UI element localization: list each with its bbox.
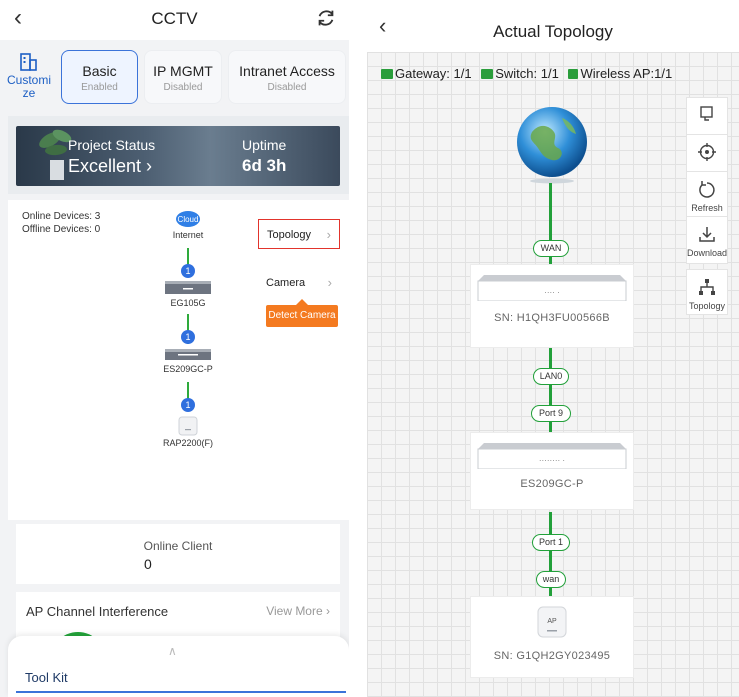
tab-intranet-access-status: Disabled [267, 82, 307, 93]
link-label-wan: WAN [533, 240, 569, 257]
camera-button-label: Camera [266, 277, 306, 289]
tab-ip-mgmt-status: Disabled [163, 82, 203, 93]
summary-gateway: Gateway: 1/1 [381, 66, 472, 81]
ap-sn: SN: G1QH2GY023495 [493, 650, 611, 662]
chain-label-internet: Internet [172, 230, 204, 240]
hierarchy-icon [699, 279, 715, 295]
chevron-up-icon[interactable]: ∧ [168, 644, 177, 658]
crosshair-icon [698, 143, 716, 161]
project-status-label: Project Status [68, 137, 156, 153]
chain-node-internet: Cloud Internet [148, 208, 228, 240]
device-counts: Online Devices: 3 Offline Devices: 0 [22, 210, 100, 236]
tab-basic-title: Basic [82, 63, 117, 79]
count-badge: 1 [181, 330, 195, 344]
building-icon [20, 53, 37, 71]
cloud-icon: Cloud [176, 211, 200, 227]
camera-button[interactable]: Camera › [258, 268, 340, 298]
tab-ip-mgmt-title: IP MGMT [153, 63, 213, 79]
toolkit-drawer[interactable]: ∧ Tool Kit [8, 636, 349, 697]
ap-device-card[interactable]: AP SN: G1QH2GY023495 [470, 596, 634, 678]
customize-button[interactable]: Customi ze [4, 52, 54, 108]
chain-label-rap2200f: RAP2200(F) [162, 438, 214, 448]
link-label-port1: Port 1 [532, 534, 570, 551]
link-label-wan-lower: wan [536, 571, 566, 588]
refresh-icon [699, 181, 715, 198]
tab-ip-mgmt[interactable]: IP MGMT Disabled [144, 50, 222, 104]
link-label-port9: Port 9 [531, 405, 571, 422]
download-label: Download [687, 248, 728, 258]
switch-device-card[interactable]: ········ · ES209GC-P [470, 432, 634, 510]
ap-icon-text: AP [547, 618, 557, 625]
toolkit-underline [16, 691, 346, 693]
project-status-value: Excellent › [68, 156, 153, 176]
chevron-right-icon: › [327, 275, 332, 290]
switch-panel-mark: ········ · [539, 456, 565, 465]
tab-basic[interactable]: Basic Enabled [61, 50, 138, 104]
switch-name: ES209GC-P [520, 478, 584, 490]
access-point-icon [568, 69, 579, 79]
locate-button[interactable] [686, 134, 728, 172]
right-header: ‹ Actual Topology [367, 0, 739, 48]
count-badge: 1 [181, 264, 195, 278]
topology-view-button[interactable]: Topology [686, 269, 728, 315]
gateway-panel-mark: ···· · [544, 288, 560, 297]
detect-camera-button[interactable]: Detect Camera [266, 299, 338, 327]
gateway-icon [381, 69, 393, 79]
ap-device-icon: AP [537, 606, 567, 638]
summary-wireless-ap: Wireless AP:1/1 [568, 66, 672, 81]
access-point-icon [178, 416, 198, 436]
project-overview-panel: ‹ CCTV Customi ze Basic Enabled IP MGMT … [0, 0, 349, 697]
online-devices: Online Devices: 3 [22, 211, 101, 222]
link-label-lan0: LAN0 [533, 368, 569, 385]
project-status-banner[interactable]: Project Status Excellent › Uptime 6d 3h [16, 126, 340, 186]
device-summary: Gateway: 1/1 Switch: 1/1 Wireless AP:1/1 [381, 66, 678, 81]
download-icon [699, 227, 715, 242]
offline-devices: Offline Devices: 0 [22, 224, 101, 235]
chain-node-eg105g: EG105G [148, 280, 228, 308]
switch-device-icon: ········ · [477, 443, 627, 470]
gateway-icon [165, 281, 211, 294]
chain-node-es209gc-p: ES209GC-P [148, 348, 228, 374]
uptime-value: 6d 3h [242, 156, 287, 175]
toolkit-label: Tool Kit [25, 670, 68, 685]
online-client-value: 0 [144, 556, 152, 572]
tab-intranet-access-title: Intranet Access [239, 63, 335, 79]
chain-label-eg105g: EG105G [170, 298, 206, 308]
switch-icon [165, 349, 211, 360]
refresh-label: Refresh [691, 203, 723, 213]
online-client-card[interactable]: Online Client 0 [16, 524, 340, 584]
customize-label: Customi ze [6, 73, 51, 100]
internet-globe-icon[interactable] [514, 102, 590, 184]
uptime-label: Uptime [242, 137, 287, 153]
view-more-link[interactable]: View More › [266, 604, 330, 618]
gateway-sn: SN: H1QH3FU00566B [494, 312, 610, 324]
count-badge: 1 [181, 398, 195, 412]
left-header: ‹ CCTV [0, 0, 349, 40]
refresh-button[interactable]: Refresh [686, 171, 728, 217]
fullscreen-button[interactable] [686, 97, 728, 135]
chain-node-rap2200f: RAP2200(F) [148, 416, 228, 448]
mini-topology: Cloud Internet 1 EG105G 1 ES209GC-P 1 RA… [148, 208, 228, 468]
gateway-device-icon: ···· · [477, 275, 627, 302]
sync-icon[interactable] [315, 7, 337, 29]
cloud-icon-text: Cloud [178, 215, 199, 224]
summary-switch: Switch: 1/1 [481, 66, 559, 81]
ap-channel-label: AP Channel Interference [26, 604, 169, 619]
page-title: CCTV [151, 9, 198, 28]
topology-button-label: Topology [267, 229, 312, 241]
online-client-label: Online Client [143, 539, 213, 553]
actual-topology-panel: ‹ Actual Topology Gateway: 1/1 Switch: 1… [367, 0, 739, 697]
screen-icon [700, 106, 713, 121]
gateway-device-card[interactable]: ···· · SN: H1QH3FU00566B [470, 264, 634, 348]
download-button[interactable]: Download [686, 216, 728, 264]
topology-button[interactable]: Topology › [258, 219, 340, 249]
tab-intranet-access[interactable]: Intranet Access Disabled [228, 50, 346, 104]
chain-label-es209gc-p: ES209GC-P [163, 364, 213, 374]
topology-view-label: Topology [688, 301, 726, 311]
topology-title: Actual Topology [493, 22, 613, 41]
chevron-right-icon: › [326, 227, 331, 242]
switch-icon [481, 69, 494, 79]
tab-basic-status: Enabled [81, 82, 118, 93]
